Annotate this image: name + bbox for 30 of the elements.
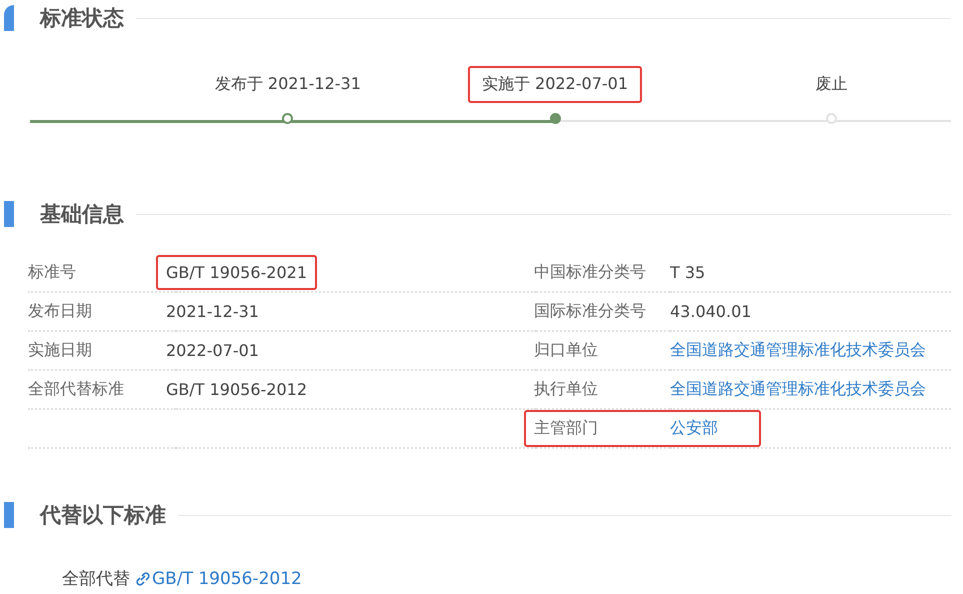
- field-label: 发布日期: [28, 301, 92, 322]
- field-label: 全部代替标准: [28, 379, 124, 400]
- standard-link[interactable]: GB/T 19056-2012: [136, 568, 302, 588]
- field-value: 43.040.01: [670, 302, 752, 321]
- field-value: GB/T 19056-2012: [166, 380, 308, 399]
- section-marker: [4, 201, 14, 227]
- field-link[interactable]: 公安部: [670, 418, 718, 439]
- field-value: GB/T 19056-2021: [166, 263, 308, 282]
- field-label: 归口单位: [534, 340, 598, 361]
- field-value: 2021-12-31: [166, 302, 259, 321]
- field-link[interactable]: 全国道路交通管理标准化技术委员会: [670, 379, 926, 400]
- timeline-label: 发布于 2021-12-31: [214, 73, 362, 95]
- timeline-label: 实施于 2022-07-01: [468, 66, 642, 103]
- field-value: 2022-07-01: [166, 341, 259, 360]
- timeline-label: 废止: [814, 73, 848, 95]
- field-link[interactable]: 全国道路交通管理标准化技术委员会: [670, 340, 926, 361]
- field-label: 实施日期: [28, 340, 92, 361]
- field-label: 中国标准分类号: [534, 262, 646, 283]
- section-title: 标准状态: [40, 5, 124, 32]
- field-label: 执行单位: [534, 379, 598, 400]
- field-value: T 35: [670, 263, 706, 282]
- replacement-label: 全部代替: [62, 568, 130, 590]
- section-title: 基础信息: [40, 201, 124, 228]
- field-label: 主管部门: [534, 418, 598, 439]
- section-title: 代替以下标准: [40, 502, 166, 529]
- section-marker: [4, 502, 14, 528]
- link-icon: [136, 570, 150, 586]
- field-label: 标准号: [28, 262, 76, 283]
- field-label: 国际标准分类号: [534, 301, 646, 322]
- section-marker: [4, 5, 14, 31]
